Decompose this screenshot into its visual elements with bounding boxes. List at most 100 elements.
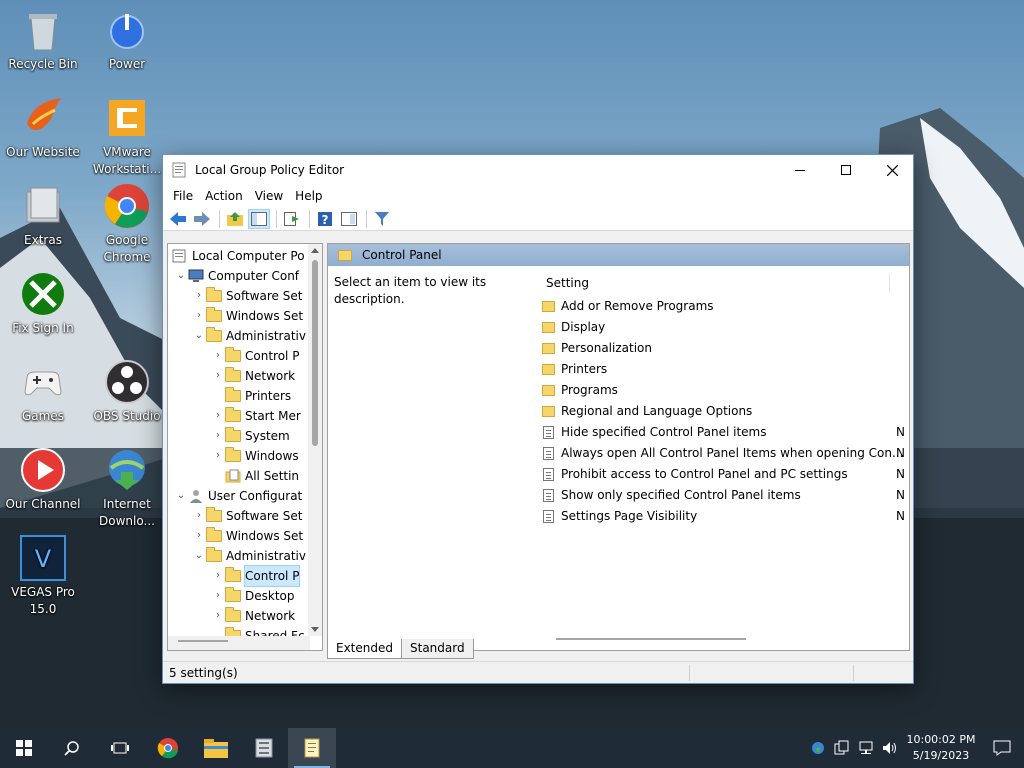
column-header-setting[interactable]: Setting xyxy=(538,272,908,294)
chevron-right-icon[interactable]: › xyxy=(192,286,206,306)
close-button[interactable] xyxy=(869,155,915,185)
tray-copy-icon[interactable] xyxy=(830,728,854,768)
chevron-right-icon[interactable]: › xyxy=(211,606,225,626)
tree-node-control-panel[interactable]: › Control P xyxy=(211,346,299,366)
taskbar-group-policy-editor[interactable] xyxy=(288,728,336,768)
desktop-icon-our-website[interactable]: Our Website xyxy=(0,94,86,161)
taskbar-chrome[interactable] xyxy=(144,728,192,768)
chevron-right-icon[interactable]: › xyxy=(192,506,206,526)
taskbar-app-manager[interactable] xyxy=(240,728,288,768)
tree-node-system[interactable]: › System xyxy=(211,426,290,446)
export-list-button[interactable] xyxy=(281,209,303,229)
list-item[interactable]: Display xyxy=(542,317,605,338)
start-button[interactable] xyxy=(0,728,48,768)
tree-node-user-control-panel[interactable]: › Control P xyxy=(211,565,301,587)
tree-node-start-menu[interactable]: › Start Mer xyxy=(211,406,301,426)
tree-vertical-scrollbar[interactable] xyxy=(308,244,322,636)
forward-button[interactable] xyxy=(191,209,213,229)
desktop-icon-obs-studio[interactable]: OBS Studio xyxy=(84,358,170,425)
up-level-button[interactable] xyxy=(224,209,246,229)
tray-app-icon[interactable] xyxy=(806,728,830,768)
minimize-button[interactable] xyxy=(777,155,823,185)
back-button[interactable] xyxy=(167,209,189,229)
filter-button[interactable] xyxy=(371,209,393,229)
tree-node-administrative-templates[interactable]: ⌄ Administrativ xyxy=(192,326,306,346)
list-item[interactable]: Always open All Control Panel Items when… xyxy=(542,443,903,464)
tree-horizontal-scrollbar[interactable] xyxy=(168,636,310,650)
tree-node-user-configuration[interactable]: ⌄ User Configurat xyxy=(174,486,302,506)
desktop-icon-games[interactable]: Games xyxy=(0,358,86,425)
folder-icon xyxy=(542,364,555,375)
chevron-right-icon[interactable]: › xyxy=(211,566,225,586)
menu-view[interactable]: View xyxy=(249,189,289,203)
desktop-icon-our-channel[interactable]: Our Channel xyxy=(0,446,86,513)
chevron-right-icon[interactable]: › xyxy=(211,366,225,386)
tree-node-computer-configuration[interactable]: ⌄ Computer Conf xyxy=(174,266,299,286)
chevron-down-icon[interactable]: ⌄ xyxy=(192,326,206,346)
chevron-right-icon[interactable]: › xyxy=(211,446,225,466)
desktop-icon-vmware[interactable]: VMware Workstati... xyxy=(84,94,170,178)
tree-node-windows-settings[interactable]: › Windows Set xyxy=(192,306,303,326)
tree-node-user-software-settings[interactable]: › Software Set xyxy=(192,506,302,526)
maximize-button[interactable] xyxy=(823,155,869,185)
chevron-down-icon[interactable]: ⌄ xyxy=(174,266,188,286)
list-horizontal-scrollbar[interactable] xyxy=(538,634,908,644)
menu-action[interactable]: Action xyxy=(199,189,249,203)
desktop-icon-recycle-bin[interactable]: Recycle Bin xyxy=(0,6,86,73)
tab-extended[interactable]: Extended xyxy=(327,639,402,659)
chevron-right-icon[interactable]: › xyxy=(192,306,206,326)
menu-file[interactable]: File xyxy=(167,189,199,203)
tree-node-local-computer-policy[interactable]: Local Computer Po xyxy=(172,246,305,266)
desktop-icon-google-chrome[interactable]: Google Chrome xyxy=(84,182,170,266)
console-tree[interactable]: Local Computer Po ⌄ Computer Conf › Soft… xyxy=(167,243,323,651)
help-button[interactable]: ? xyxy=(314,209,336,229)
tab-standard[interactable]: Standard xyxy=(401,639,474,659)
notifications-button[interactable] xyxy=(980,728,1024,768)
chevron-right-icon[interactable]: › xyxy=(211,426,225,446)
title-bar[interactable]: Local Group Policy Editor xyxy=(163,155,913,185)
properties-view-button[interactable] xyxy=(338,209,360,229)
tree-hscroll-thumb[interactable] xyxy=(178,640,228,642)
desktop-icon-internet-download[interactable]: Internet Downlo... xyxy=(84,446,170,530)
list-item[interactable]: Regional and Language Options xyxy=(542,401,752,422)
chevron-right-icon[interactable]: › xyxy=(211,586,225,606)
desktop-icon-vegas-pro[interactable]: V VEGAS Pro 15.0 xyxy=(0,534,86,618)
tree-node-network[interactable]: › Network xyxy=(211,366,295,386)
tree-node-desktop[interactable]: › Desktop xyxy=(211,586,295,606)
tree-node-all-settings[interactable]: All Settin xyxy=(211,466,299,486)
volume-button[interactable] xyxy=(878,728,902,768)
chevron-down-icon[interactable]: ⌄ xyxy=(174,486,188,506)
list-item[interactable]: Programs xyxy=(542,380,618,401)
list-hscroll-thumb[interactable] xyxy=(556,638,746,640)
tree-node-user-network[interactable]: › Network xyxy=(211,606,295,626)
network-button[interactable] xyxy=(854,728,878,768)
column-divider[interactable] xyxy=(889,274,890,292)
tree-node-software-settings[interactable]: › Software Set xyxy=(192,286,302,306)
tree-node-windows-components[interactable]: › Windows xyxy=(211,446,299,466)
show-hide-tree-button[interactable] xyxy=(248,208,270,229)
taskbar-file-explorer[interactable] xyxy=(192,728,240,768)
list-item[interactable]: Printers xyxy=(542,359,607,380)
list-item[interactable]: Hide specified Control Panel items xyxy=(542,422,766,443)
list-item[interactable]: Personalization xyxy=(542,338,652,359)
chevron-right-icon[interactable]: › xyxy=(211,346,225,366)
tree-node-printers[interactable]: Printers xyxy=(211,386,291,406)
tree-node-user-windows-settings[interactable]: › Windows Set xyxy=(192,526,303,546)
list-item[interactable]: Settings Page Visibility xyxy=(542,506,697,527)
list-item[interactable]: Show only specified Control Panel items xyxy=(542,485,801,506)
chevron-right-icon[interactable]: › xyxy=(192,526,206,546)
menu-help[interactable]: Help xyxy=(289,189,328,203)
chevron-down-icon[interactable]: ⌄ xyxy=(192,546,206,566)
list-item-label: Prohibit access to Control Panel and PC … xyxy=(561,467,848,481)
tree-scroll-thumb[interactable] xyxy=(312,260,318,446)
task-view-button[interactable] xyxy=(96,728,144,768)
desktop-icon-power[interactable]: Power xyxy=(84,6,170,73)
desktop-icon-fix-sign-in[interactable]: Fix Sign In xyxy=(0,270,86,337)
chevron-right-icon[interactable]: › xyxy=(211,406,225,426)
tree-node-user-administrative-templates[interactable]: ⌄ Administrativ xyxy=(192,546,306,566)
list-item[interactable]: Add or Remove Programs xyxy=(542,296,714,317)
list-item[interactable]: Prohibit access to Control Panel and PC … xyxy=(542,464,848,485)
search-button[interactable] xyxy=(48,728,96,768)
clock[interactable]: 10:00:02 PM 5/19/2023 xyxy=(902,732,980,764)
desktop-icon-extras[interactable]: Extras xyxy=(0,182,86,249)
